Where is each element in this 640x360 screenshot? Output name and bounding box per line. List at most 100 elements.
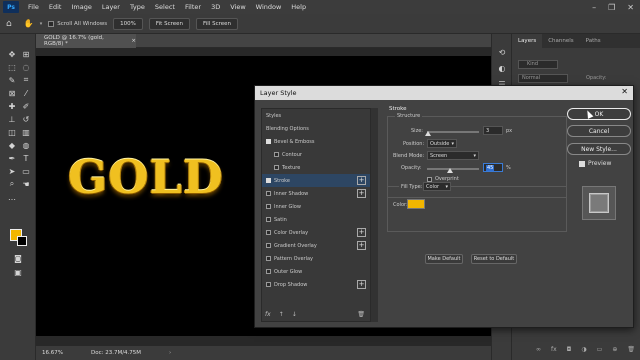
home-icon[interactable]: ⌂ [6,19,12,29]
opacity-input[interactable]: 45 [483,163,503,172]
style-row-gradient-overlay[interactable]: Gradient Overlay + [262,239,370,252]
style-checkbox[interactable] [266,282,271,287]
preview-checkbox[interactable]: Preview [579,160,611,167]
menu-file[interactable]: File [23,3,44,11]
style-checkbox[interactable] [266,139,271,144]
minimize-button[interactable]: – [592,3,596,12]
more-tools-icon[interactable]: … [6,191,18,203]
style-checkbox[interactable] [266,217,271,222]
menu-layer[interactable]: Layer [97,3,125,11]
eraser-tool-icon[interactable]: ◫ [6,126,18,138]
screen-mode-icon[interactable]: ▣ [12,266,24,278]
blend-mode-select[interactable]: Normal [518,74,568,83]
gradient-tool-icon[interactable]: ▥ [20,126,32,138]
path-selection-tool-icon[interactable]: ➤ [6,165,18,177]
move-tool-icon[interactable]: ✥ [6,48,18,60]
style-row-contour[interactable]: Contour [262,148,370,161]
style-row-styles[interactable]: Styles [262,109,370,122]
fx-icon[interactable]: fx [551,346,557,360]
clone-stamp-tool-icon[interactable]: ⊥ [6,113,18,125]
size-slider-track[interactable] [427,131,479,133]
style-checkbox[interactable] [274,152,279,157]
document-tab[interactable]: GOLD @ 16.7% (gold, RGB/8) * × [36,34,136,48]
brush-tool-icon[interactable]: ✐ [20,100,32,112]
style-row-texture[interactable]: Texture [262,161,370,174]
style-row-outer-glow[interactable]: Outer Glow [262,265,370,278]
style-checkbox[interactable] [266,243,271,248]
menu-select[interactable]: Select [150,3,180,11]
preview-checkbox-box[interactable] [579,160,585,167]
style-checkbox[interactable] [266,191,271,196]
tab-close-icon[interactable]: × [131,38,136,44]
menu-view[interactable]: View [225,3,250,11]
menu-image[interactable]: Image [66,3,96,11]
style-checkbox[interactable] [266,178,271,183]
add-effect-icon[interactable]: + [357,241,366,250]
add-effect-icon[interactable]: + [357,228,366,237]
zoom-level[interactable]: 16.67% [42,350,63,356]
dialog-close-icon[interactable]: ✕ [621,87,628,96]
ok-button[interactable]: OK [567,108,631,120]
eyedropper-tool-icon[interactable]: ⁄ [20,87,32,99]
blur-tool-icon[interactable]: ◆ [6,139,18,151]
style-row-satin[interactable]: Satin [262,213,370,226]
shape-tool-icon[interactable]: ▭ [20,165,32,177]
style-checkbox[interactable] [274,165,279,170]
type-tool-icon[interactable]: T [20,152,32,164]
style-row-color-overlay[interactable]: Color Overlay + [262,226,370,239]
zoom-tool-icon[interactable]: ⌕ [6,178,18,190]
style-row-drop-shadow[interactable]: Drop Shadow + [262,278,370,291]
make-default-button[interactable]: Make Default [425,254,463,264]
move-up-icon[interactable]: ↑ [279,311,284,318]
tab-paths[interactable]: Paths [580,34,607,48]
style-checkbox[interactable] [266,230,271,235]
checkbox-box[interactable] [48,20,55,27]
menu-3d[interactable]: 3D [206,3,225,11]
size-slider-thumb[interactable] [425,131,431,136]
zoom-100-button[interactable]: 100% [113,17,143,30]
dialog-title-bar[interactable]: Layer Style [255,86,633,100]
layer-filter-kind[interactable]: Kind [518,60,558,69]
close-window-button[interactable]: ✕ [627,3,634,12]
stroke-color-swatch[interactable] [407,199,425,209]
quick-select-tool-icon[interactable]: ✎ [6,74,18,86]
fill-screen-button[interactable]: Fill Screen [196,17,239,30]
tool-preset-chevron-icon[interactable]: ▾ [40,21,43,27]
marquee-tool-icon[interactable]: ⬚ [6,61,18,73]
crop-tool-icon[interactable]: ⌗ [20,74,32,86]
menu-filter[interactable]: Filter [180,3,206,11]
delete-effect-icon[interactable]: 🗑 [357,311,365,318]
move-down-icon[interactable]: ↓ [292,311,297,318]
status-arrow-icon[interactable]: › [169,350,171,356]
style-row-inner-shadow[interactable]: Inner Shadow + [262,187,370,200]
style-row-inner-glow[interactable]: Inner Glow [262,200,370,213]
background-color-swatch[interactable] [17,236,27,246]
fit-screen-button[interactable]: Fit Screen [148,17,190,30]
size-input[interactable]: 3 [483,126,503,135]
healing-brush-tool-icon[interactable]: ✚ [6,100,18,112]
add-effect-icon[interactable]: + [357,176,366,185]
quick-mask-icon[interactable]: ◙ [12,252,24,264]
adjustments-panel-icon[interactable]: ◐ [496,62,508,74]
adjustment-layer-icon[interactable]: ◑ [581,346,586,360]
styles-list-scrollbar[interactable] [371,108,378,322]
group-icon[interactable]: ▭ [597,346,603,360]
new-style-button[interactable]: New Style... [567,143,631,155]
position-select[interactable]: Outside ▾ [427,139,457,148]
fill-type-select[interactable]: Color ▾ [423,182,451,191]
menu-help[interactable]: Help [286,3,311,11]
menu-edit[interactable]: Edit [44,3,67,11]
style-checkbox[interactable] [266,204,271,209]
style-row-blending-options[interactable]: Blending Options [262,122,370,135]
fx-menu-icon[interactable]: fx [265,311,271,318]
hand-tool-icon[interactable]: ☚ [20,178,32,190]
maximize-button[interactable]: ❐ [608,3,615,12]
delete-layer-icon[interactable]: 🗑 [627,346,635,360]
mask-icon[interactable]: ◘ [567,346,572,360]
hand-tool-icon[interactable]: ✋ [24,19,34,28]
style-row-pattern-overlay[interactable]: Pattern Overlay [262,252,370,265]
add-effect-icon[interactable]: + [357,189,366,198]
style-row-stroke[interactable]: Stroke + [262,174,370,187]
history-panel-icon[interactable]: ⟲ [496,46,508,58]
add-effect-icon[interactable]: + [357,280,366,289]
